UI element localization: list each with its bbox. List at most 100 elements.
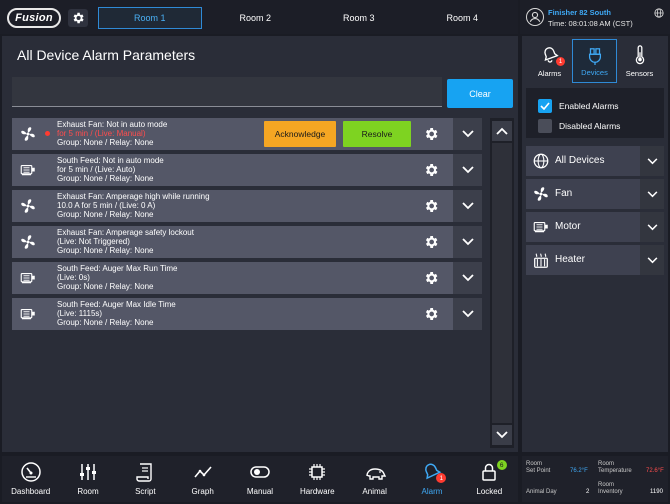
acknowledge-button[interactable]: Acknowledge — [264, 121, 336, 147]
expand-button[interactable] — [453, 262, 482, 294]
nav-dashboard[interactable]: Dashboard — [2, 456, 59, 502]
globe-icon[interactable] — [654, 8, 664, 18]
nav-dashboard-label: Dashboard — [11, 487, 51, 496]
search-input[interactable] — [12, 77, 442, 107]
alarm-group: Group: None / Relay: None — [57, 174, 154, 184]
tab-sensors[interactable]: Sensors — [617, 39, 662, 83]
nav-graph-label: Graph — [191, 487, 214, 496]
alarm-group: Group: None / Relay: None — [57, 282, 154, 292]
clear-button[interactable]: Clear — [447, 79, 513, 108]
settings-gear-icon[interactable] — [68, 9, 88, 27]
locked-count-badge: 6 — [496, 460, 507, 470]
room-label: Room — [598, 482, 615, 488]
nav-room[interactable]: Room — [59, 456, 116, 502]
device-filter-label: Fan — [555, 188, 573, 199]
device-filter-heater[interactable]: Heater — [526, 245, 664, 275]
temperature-label: Temperature — [598, 468, 632, 474]
inventory-value: 1190 — [650, 489, 663, 495]
scroll-up-button[interactable] — [492, 121, 512, 141]
top-bar: Fusion Room 1 Room 2 Room 3 Room 4 — [0, 0, 518, 34]
nav-manual-label: Manual — [246, 487, 274, 496]
tab-devices[interactable]: Devices — [572, 39, 617, 83]
chevron-up-icon — [496, 127, 508, 135]
disabled-alarms-checkbox[interactable] — [538, 119, 552, 133]
tab-room-2[interactable]: Room 2 — [203, 7, 307, 29]
gear-icon[interactable] — [423, 234, 439, 250]
gauge-icon — [20, 462, 41, 482]
temperature-value: 72.6°F — [646, 468, 664, 474]
chevron-down-icon — [461, 202, 474, 210]
alarm-title: South Feed: Not in auto mode — [57, 156, 164, 165]
alarm-condition: (Live: Not Triggered) — [57, 237, 130, 247]
expand-button[interactable] — [453, 226, 482, 258]
nav-locked[interactable]: 6 Locked — [461, 456, 518, 502]
device-filter-fan[interactable]: Fan — [526, 179, 664, 209]
tab-room-1[interactable]: Room 1 — [98, 7, 202, 29]
gear-icon[interactable] — [423, 126, 439, 142]
globe-icon — [533, 153, 549, 169]
room-label: Room — [598, 461, 615, 467]
device-filter-label: Motor — [555, 221, 581, 232]
chevron-down-icon — [496, 431, 508, 439]
nav-alarm[interactable]: 1 Alarm — [403, 456, 460, 502]
tab-alarms[interactable]: 1 Alarms — [527, 39, 572, 83]
disabled-alarms-option[interactable]: Disabled Alarms — [538, 119, 620, 133]
nav-animal[interactable]: Animal — [346, 456, 403, 502]
alarm-row[interactable]: South Feed: Auger Max Run Time (Live: 0s… — [12, 262, 482, 294]
alarm-condition: (Live: 1115s) — [57, 309, 103, 319]
nav-hardware[interactable]: Hardware — [289, 456, 346, 502]
gear-icon[interactable] — [423, 162, 439, 178]
check-icon — [540, 102, 550, 110]
tab-room-3[interactable]: Room 3 — [307, 7, 411, 29]
alarm-row[interactable]: Exhaust Fan: Amperage high while running… — [12, 190, 482, 222]
alarm-row[interactable]: Exhaust Fan: Not in auto mode for 5 min … — [12, 118, 482, 150]
scroll-down-button[interactable] — [492, 425, 512, 445]
alarm-row[interactable]: South Feed: Not in auto mode for 5 min /… — [12, 154, 482, 186]
animal-day-label: Animal Day — [526, 489, 557, 495]
device-filter-all-devices[interactable]: All Devices — [526, 146, 664, 176]
gear-icon[interactable] — [423, 306, 439, 322]
nav-graph[interactable]: Graph — [174, 456, 231, 502]
nav-manual[interactable]: Manual — [231, 456, 288, 502]
expand-button[interactable] — [453, 298, 482, 330]
motor-icon — [533, 221, 548, 233]
tab-sensors-label: Sensors — [625, 69, 654, 78]
alarm-title: South Feed: Auger Max Idle Time — [57, 300, 176, 309]
resolve-button[interactable]: Resolve — [343, 121, 411, 147]
nav-script[interactable]: Script — [117, 456, 174, 502]
scroll-track[interactable] — [492, 143, 512, 423]
alarm-row[interactable]: Exhaust Fan: Amperage safety lockout (Li… — [12, 226, 482, 258]
expand-button[interactable] — [453, 190, 482, 222]
fan-icon — [21, 199, 35, 213]
gear-icon[interactable] — [423, 270, 439, 286]
tab-alarms-label: Alarms — [537, 69, 562, 78]
alarm-parameters-panel: All Device Alarm Parameters Clear Exhaus… — [2, 36, 518, 452]
line-graph-icon — [194, 466, 212, 478]
plug-icon — [588, 48, 601, 65]
nav-animal-label: Animal — [362, 487, 387, 496]
alarm-group: Group: None / Relay: None — [57, 246, 154, 256]
enabled-alarms-checkbox[interactable] — [538, 99, 552, 113]
gear-icon[interactable] — [423, 198, 439, 214]
current-time: Time: 08:01:08 AM (CST) — [548, 19, 633, 28]
expand-button[interactable] — [453, 154, 482, 186]
expand-button[interactable] — [640, 212, 664, 242]
room-tabs: Room 1 Room 2 Room 3 Room 4 — [96, 7, 514, 29]
side-panel: 1 Alarms Devices Sensors Enabled Alarms … — [522, 36, 668, 452]
active-alarm-dot — [45, 131, 50, 136]
device-filter-motor[interactable]: Motor — [526, 212, 664, 242]
setpoint-value: 76.2°F — [570, 468, 588, 474]
user-avatar-icon[interactable] — [526, 8, 544, 26]
expand-button[interactable] — [640, 146, 664, 176]
expand-button[interactable] — [640, 179, 664, 209]
list-scrollbar[interactable] — [490, 118, 514, 448]
chevron-down-icon — [461, 274, 474, 282]
enabled-alarms-option[interactable]: Enabled Alarms — [538, 99, 619, 113]
tab-room-4[interactable]: Room 4 — [410, 7, 514, 29]
alarm-row[interactable]: South Feed: Auger Max Idle Time (Live: 1… — [12, 298, 482, 330]
expand-button[interactable] — [453, 118, 482, 150]
chevron-down-icon — [647, 223, 657, 230]
scroll-icon — [136, 463, 153, 482]
expand-button[interactable] — [640, 245, 664, 275]
alarm-group: Group: None / Relay: None — [57, 318, 154, 328]
